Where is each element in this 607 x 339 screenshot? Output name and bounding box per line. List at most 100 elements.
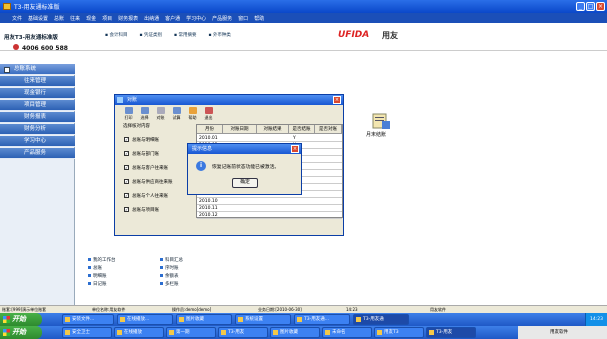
dialog-close-button[interactable]: × <box>291 145 299 153</box>
taskbar-button[interactable]: T3-用友通... <box>294 314 350 325</box>
sidebar-item-analysis[interactable]: 财务分析 <box>0 124 75 135</box>
sidebar-item-project[interactable]: 项目管理 <box>0 100 75 111</box>
menu-financial-reports[interactable]: 财务报表 <box>118 15 138 22</box>
link-currency[interactable]: ▪ 外币种类 <box>208 32 230 38</box>
checkbox[interactable]: ✓ <box>124 179 129 184</box>
link-detail-ledger[interactable]: 明细账 <box>88 273 107 279</box>
checkbox[interactable]: ✓ <box>124 207 129 212</box>
menu-project[interactable]: 项目 <box>102 15 112 22</box>
app-icon <box>297 317 302 322</box>
link-multi-column[interactable]: 多栏账 <box>160 281 179 287</box>
link-balance-sheet[interactable]: 余额表 <box>160 273 179 279</box>
taskbar-top: 开始 安装文件... 在线播放... 图片收藏 系统设置 T3-用友通... T… <box>0 313 607 326</box>
start-button-2[interactable]: 开始 <box>0 326 42 339</box>
help-button[interactable]: 帮助 <box>185 107 200 122</box>
app-icon <box>221 330 226 335</box>
taskbar-button[interactable]: T3-用友 <box>218 327 268 338</box>
taskbar-button-active[interactable]: T3-用友通 <box>353 314 409 325</box>
link-journal[interactable]: 序时账 <box>160 265 179 271</box>
tray-label: 用友软件 <box>550 330 568 335</box>
table-row[interactable]: 2010.11 <box>197 205 342 212</box>
dialog-titlebar[interactable]: 提示信息 × <box>188 144 301 154</box>
link-accounts[interactable]: ▪ 会计科目 <box>105 32 127 38</box>
month-end-label[interactable]: 月末结账 <box>366 131 386 138</box>
month-end-icon[interactable] <box>370 112 392 130</box>
menu-receivables[interactable]: 往来 <box>70 15 80 22</box>
collapse-icon <box>4 67 10 73</box>
checkbox[interactable]: ✓ <box>124 151 129 156</box>
col-result[interactable]: 对账结果 <box>257 125 289 134</box>
table-row[interactable]: 2010.10 <box>197 198 342 205</box>
link-ledger[interactable]: 总账 <box>88 265 102 271</box>
menu-customer[interactable]: 客户通 <box>165 15 180 22</box>
taskbar-button[interactable]: 安全卫士 <box>62 327 112 338</box>
menu-cashier[interactable]: 出纳通 <box>144 15 159 22</box>
trial-balance-button[interactable]: 试算 <box>169 107 184 122</box>
app-icon <box>3 3 11 10</box>
sidebar-item-learning[interactable]: 学习中心 <box>0 136 75 147</box>
taskbar-bottom: 开始 安全卫士 在线播放 第一期 T3-用友 图片收藏 未命名 用友T3 T3-… <box>0 326 607 339</box>
col-reconcile-date[interactable]: 对账日期 <box>223 125 257 134</box>
menu-help[interactable]: 帮助 <box>254 15 264 22</box>
menu-cash[interactable]: 现金 <box>86 15 96 22</box>
app-icon <box>377 330 382 335</box>
taskbar-button[interactable]: 在线播放... <box>117 314 173 325</box>
start-button[interactable]: 开始 <box>0 313 42 326</box>
taskbar-button[interactable]: 系统设置 <box>235 314 291 325</box>
print-button[interactable]: 打印 <box>121 107 136 122</box>
option-gl-supplier[interactable]: ✓ 总账与供应商往来账 <box>124 179 173 185</box>
option-gl-customer[interactable]: ✓ 总账与客户往来账 <box>124 165 168 171</box>
menu-learning[interactable]: 学习中心 <box>186 15 206 22</box>
col-reconciled[interactable]: 是否对账 <box>315 125 342 134</box>
taskbar-button[interactable]: 在线播放 <box>114 327 164 338</box>
taskbar-button[interactable]: 安装文件... <box>62 314 114 325</box>
checkbox[interactable]: ✓ <box>124 165 129 170</box>
sidebar-item-reports[interactable]: 财务报表 <box>0 112 75 123</box>
menu-general-ledger[interactable]: 总账 <box>54 15 64 22</box>
close-button[interactable]: × <box>596 2 605 11</box>
quick-links: ▪ 会计科目 ▪ 凭证类别 ▪ 常用摘要 ▪ 外币种类 <box>105 32 231 38</box>
app-icon <box>169 330 174 335</box>
exit-button[interactable]: 退出 <box>201 107 216 122</box>
menu-products[interactable]: 产品服务 <box>212 15 232 22</box>
minimize-button[interactable]: _ <box>576 2 585 11</box>
app-icon <box>273 330 278 335</box>
table-row[interactable]: 2010.12 <box>197 212 342 219</box>
menu-basic-settings[interactable]: 基础设置 <box>28 15 48 22</box>
taskbar-button[interactable]: 图片收藏 <box>270 327 320 338</box>
window-title: T3-用友通标准版 <box>14 4 60 11</box>
table-row[interactable]: 2010.01 Y <box>197 135 342 142</box>
select-button[interactable]: 选择 <box>137 107 152 122</box>
sidebar-item-general-ledger[interactable]: 总账系统 <box>0 64 75 75</box>
option-gl-department[interactable]: ✓ 总账与部门账 <box>124 151 159 157</box>
reconcile-button[interactable]: 对账 <box>153 107 168 122</box>
sidebar-item-products[interactable]: 产品服务 <box>0 148 75 159</box>
taskbar-button[interactable]: 未命名 <box>322 327 372 338</box>
link-daybook[interactable]: 日记账 <box>88 281 107 287</box>
menu-file[interactable]: 文件 <box>12 15 22 22</box>
hotline: 4006 600 588 <box>22 45 68 52</box>
taskbar-button-active[interactable]: T3-用友 <box>426 327 476 338</box>
option-gl-project[interactable]: ✓ 总账与项目账 <box>124 207 159 213</box>
link-voucher-types[interactable]: ▪ 凭证类别 <box>139 32 161 38</box>
taskbar-button[interactable]: 用友T3 <box>374 327 424 338</box>
ok-button[interactable]: 确定 <box>232 178 258 188</box>
link-workbench[interactable]: 我的工作台 <box>88 257 116 263</box>
col-closed[interactable]: 是否结账 <box>289 125 315 134</box>
maximize-button[interactable]: □ <box>586 2 595 11</box>
checkbox[interactable]: ✓ <box>124 137 129 142</box>
taskbar-button[interactable]: 第一期 <box>166 327 216 338</box>
option-gl-detail[interactable]: ✓ 总账与明细账 <box>124 137 159 143</box>
taskbar-button[interactable]: 图片收藏 <box>176 314 232 325</box>
reconcile-close-button[interactable]: × <box>333 96 341 104</box>
reconcile-window-titlebar[interactable]: 对账 × <box>115 95 343 105</box>
option-gl-personal[interactable]: ✓ 总账与个人往来账 <box>124 193 168 199</box>
link-common-summary[interactable]: ▪ 常用摘要 <box>174 32 196 38</box>
col-month[interactable]: 月份 <box>197 125 223 134</box>
menu-window[interactable]: 窗口 <box>238 15 248 22</box>
checkbox[interactable]: ✓ <box>124 193 129 198</box>
help-icon <box>188 107 197 114</box>
sidebar-item-receivables[interactable]: 往来管理 <box>0 76 75 87</box>
link-account-summary[interactable]: 科目汇总 <box>160 257 183 263</box>
sidebar-item-cash-bank[interactable]: 现金银行 <box>0 88 75 99</box>
